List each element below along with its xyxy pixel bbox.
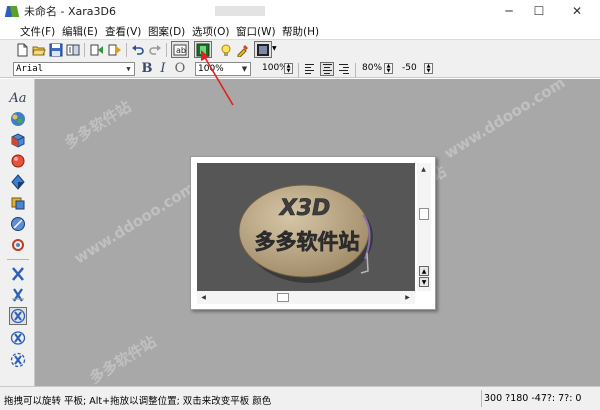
minimize-button[interactable]: ─	[494, 0, 524, 22]
watermark: www.ddooo.com	[440, 79, 569, 163]
pulse-tool-icon[interactable]	[9, 351, 27, 369]
title-overlay	[215, 6, 265, 16]
xara3d-logo-icon	[4, 5, 20, 18]
scale-spinner[interactable]: ▲ ▼	[284, 63, 293, 74]
workspace: 多多软件站 www.ddooo.com 多多软件站 www.ddooo.com …	[35, 79, 600, 386]
line-spacing-value: 80%	[362, 63, 383, 73]
font-select[interactable]: Arial ▼	[13, 62, 135, 76]
scroll-left-icon[interactable]: ◀	[198, 292, 209, 303]
spin-tool-icon[interactable]	[9, 307, 27, 325]
bold-button[interactable]: B	[140, 61, 154, 77]
x3d-render[interactable]: X3D 多多软件站	[197, 163, 415, 291]
frame-dropdown-icon[interactable]: ▼	[272, 45, 277, 52]
menu-view[interactable]: 查看(V)	[105, 24, 141, 39]
format-toolbar: Arial ▼ B I O 100% ▼ 100% ▲ ▼ 80% ▲ ▼ -50 …	[0, 60, 600, 78]
horizontal-scroll-thumb[interactable]	[277, 293, 289, 302]
zoom-dropdown-icon[interactable]: ▼	[239, 63, 250, 75]
window-title: 未命名 - Xara3D6	[24, 5, 116, 18]
line-spacing-spinner[interactable]: ▲ ▼	[384, 63, 393, 74]
texture-tool-icon[interactable]	[9, 194, 27, 212]
font-dropdown-icon[interactable]: ▼	[123, 63, 134, 75]
watermark: www.ddooo.com	[70, 178, 199, 268]
undo-icon[interactable]	[131, 43, 145, 57]
menu-file[interactable]: 文件(F)	[20, 24, 55, 39]
redo-icon[interactable]	[148, 43, 162, 57]
svg-text:ab: ab	[176, 46, 186, 55]
scroll-right-icon[interactable]: ▶	[402, 292, 413, 303]
anim-tool-icon[interactable]	[9, 286, 27, 304]
font-select-value: Arial	[16, 64, 44, 74]
watermark: 多多软件站	[86, 332, 160, 386]
frame-icon[interactable]	[256, 43, 270, 57]
bevel-tool-icon[interactable]	[9, 152, 27, 170]
maximize-button[interactable]: ☐	[524, 0, 554, 22]
menu-edit[interactable]: 编辑(E)	[62, 24, 98, 39]
swing-tool-icon[interactable]	[9, 329, 27, 347]
left-toolbar: Aa	[0, 79, 35, 386]
close-button[interactable]: ✕	[554, 0, 600, 22]
new-file-icon[interactable]	[15, 43, 29, 57]
menu-bar: 文件(F) 编辑(E) 查看(V) 图案(D) 选项(O) 窗口(W) 帮助(H…	[0, 22, 600, 40]
align-center-button[interactable]	[320, 62, 334, 76]
watermark: 多多软件站	[61, 97, 135, 153]
document-window: X3D 多多软件站 ▲ ▲ ▼ ◀ ▶	[190, 156, 436, 310]
text-tool-icon[interactable]: Aa	[9, 89, 27, 107]
x-tool-icon[interactable]	[9, 265, 27, 283]
menu-options[interactable]: 选项(O)	[192, 24, 229, 39]
rotate-tool-icon[interactable]	[9, 236, 27, 254]
title-bar: 未命名 - Xara3D6 ─ ☐ ✕	[0, 0, 600, 22]
shape-mode-icon[interactable]	[196, 43, 210, 57]
shadow-tool-icon[interactable]	[9, 173, 27, 191]
outline-button[interactable]: O	[173, 61, 187, 77]
light-icon[interactable]	[219, 43, 233, 57]
zoom-select[interactable]: 100% ▼	[195, 62, 251, 76]
extrude-tool-icon[interactable]	[9, 131, 27, 149]
menu-design[interactable]: 图案(D)	[148, 24, 185, 39]
menu-help[interactable]: 帮助(H)	[282, 24, 319, 39]
open-folder-icon[interactable]	[32, 43, 46, 57]
chinese-text: 多多软件站	[255, 230, 360, 254]
text-mode-icon[interactable]: ab	[173, 43, 187, 57]
step-down-icon[interactable]: ▼	[419, 277, 429, 287]
align-left-button[interactable]	[303, 62, 317, 76]
kerning-spinner[interactable]: ▲ ▼	[424, 63, 433, 74]
menu-window[interactable]: 窗口(W)	[236, 24, 276, 39]
step-up-icon[interactable]: ▲	[419, 266, 429, 276]
color-picker-icon[interactable]	[236, 43, 250, 57]
x3d-text: X3D	[278, 196, 331, 221]
kerning-value: -50	[402, 63, 417, 73]
zoom-value: 100%	[198, 64, 224, 74]
status-bar: 拖拽可以旋转 平板; Alt+拖放以调整位置; 双击来改变平板 颜色 300 ?…	[0, 386, 600, 410]
status-message: 拖拽可以旋转 平板; Alt+拖放以调整位置; 双击来改变平板 颜色	[4, 396, 272, 407]
vertical-scroll-thumb[interactable]	[419, 208, 429, 220]
color-tool-icon[interactable]	[9, 110, 27, 128]
status-coordinates: 300 ?180 -47?: 7?: 0	[484, 393, 582, 404]
save-icon[interactable]	[49, 43, 63, 57]
render-viewport[interactable]: X3D 多多软件站	[197, 163, 415, 291]
italic-button[interactable]: I	[156, 61, 170, 77]
main-toolbar: ab ▼	[0, 40, 600, 60]
animation-icon[interactable]	[108, 43, 122, 57]
text-options-icon[interactable]	[90, 43, 104, 57]
lighting-tool-icon[interactable]	[9, 215, 27, 233]
align-right-button[interactable]	[337, 62, 351, 76]
vertical-scrollbar[interactable]: ▲ ▲ ▼	[417, 163, 431, 291]
horizontal-scrollbar[interactable]: ◀ ▶	[197, 291, 415, 304]
export-icon[interactable]	[66, 43, 80, 57]
scroll-up-icon[interactable]: ▲	[418, 164, 429, 175]
